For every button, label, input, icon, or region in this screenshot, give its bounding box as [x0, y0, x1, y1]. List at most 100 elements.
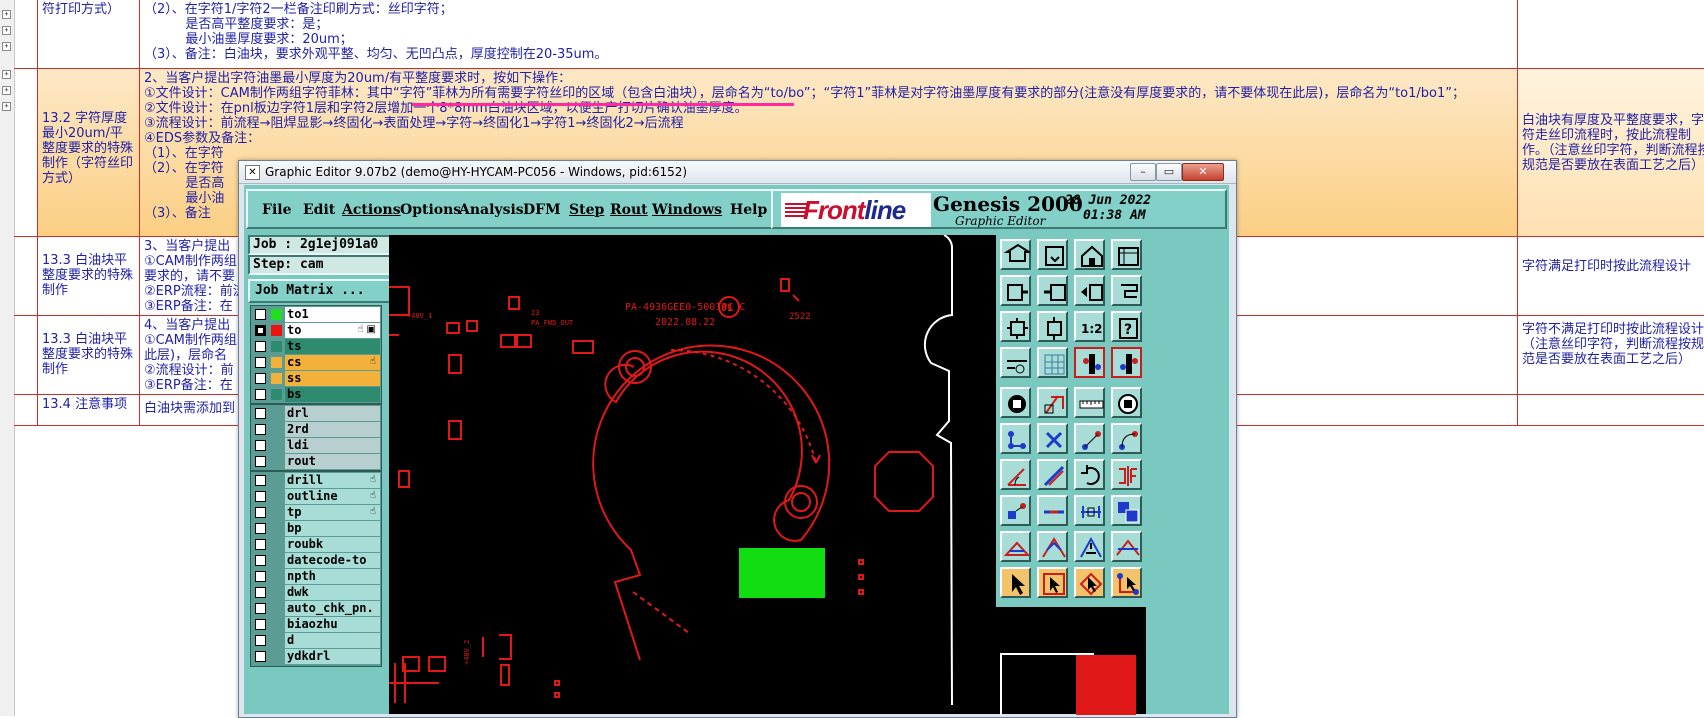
layer-checkbox[interactable] [255, 491, 266, 502]
layer-checkbox[interactable] [255, 456, 266, 467]
layer-checkbox[interactable] [255, 523, 266, 534]
snap-button[interactable] [1111, 275, 1142, 306]
polygon-button[interactable] [1037, 387, 1068, 418]
layer-checkbox[interactable] [255, 635, 266, 646]
layer-checkbox[interactable] [255, 619, 266, 630]
menu-windows[interactable]: Windows [652, 201, 722, 219]
layer-row-to1[interactable]: to1 [251, 307, 381, 323]
layer-row-biaozhu[interactable]: biaozhu [251, 617, 381, 633]
layer-checkbox[interactable] [255, 651, 266, 662]
note-cell[interactable]: 字符不满足打印时按此流程设计（注意丝印字符，判断流程按规范是否要放在表面工艺之后… [1518, 316, 1704, 394]
menu-dfm[interactable]: DFM [523, 201, 561, 219]
layer-row-ts[interactable]: ts [251, 339, 381, 355]
expand-icon[interactable]: + [2, 102, 11, 111]
minimize-button[interactable]: – [1130, 163, 1156, 181]
net-button[interactable] [1111, 567, 1142, 598]
layer-name[interactable]: outline ☝ [285, 489, 380, 504]
menu-actions[interactable]: Actions [342, 201, 401, 219]
expand-icon[interactable]: + [2, 26, 11, 35]
layer-row-bs[interactable]: bs [251, 387, 381, 403]
layer-display-button[interactable] [1074, 347, 1105, 378]
section-cell[interactable]: 13.4 注意事项 [38, 395, 140, 425]
width-button[interactable] [1074, 495, 1105, 526]
layer-row-to[interactable]: to ☝ ▣ [251, 323, 381, 339]
zoom-out-button[interactable] [1037, 275, 1068, 306]
layer-row-ldi[interactable]: ldi [251, 438, 381, 454]
layer-color-swatch[interactable] [271, 309, 282, 320]
layer-name[interactable]: ss [285, 371, 380, 386]
angle-button[interactable] [1000, 459, 1031, 490]
move-button[interactable] [1000, 495, 1031, 526]
menu-analysis[interactable]: Analysis [459, 201, 524, 219]
title-bar[interactable]: ✕ Graphic Editor 9.07b2 (demo@HY-HYCAM-P… [239, 161, 1236, 184]
grid-button[interactable] [1037, 347, 1068, 378]
layer-name[interactable]: ydkdrl [285, 649, 380, 664]
open-job-button[interactable] [1000, 239, 1031, 270]
layer-name[interactable]: to ☝ ▣ [285, 323, 380, 338]
connect-button[interactable] [1000, 423, 1031, 454]
layer-checkbox[interactable] [255, 539, 266, 550]
layer-name[interactable]: cs ☝ [285, 355, 380, 370]
minus-button[interactable] [1037, 495, 1068, 526]
job-matrix-button[interactable]: Job Matrix ... [248, 279, 393, 303]
pan-button[interactable] [1074, 275, 1105, 306]
layer-name[interactable]: datecode-to [285, 553, 380, 568]
menu-edit[interactable]: Edit [303, 201, 335, 219]
triangle-button[interactable] [1000, 531, 1031, 562]
layer-name[interactable]: 2rd [285, 422, 380, 437]
layer-color-swatch[interactable] [271, 389, 282, 400]
layer-name[interactable]: dwk [285, 585, 380, 600]
expand-icon[interactable]: + [2, 70, 11, 79]
layer-name[interactable]: to1 [285, 307, 380, 322]
layer-color-swatch[interactable] [271, 325, 282, 336]
menu-options[interactable]: Options [400, 201, 461, 219]
graphics-canvas[interactable]: PA-4936GEE0-5001PC C 2022.08.22 01 2522 … [389, 234, 999, 714]
pointer-button[interactable] [1000, 567, 1031, 598]
layer-checkbox[interactable] [255, 309, 266, 320]
layer-row-2rd[interactable]: 2rd [251, 422, 381, 438]
slash-button[interactable] [1037, 459, 1068, 490]
select-box-button[interactable] [1074, 567, 1105, 598]
layer-row-rout[interactable]: rout [251, 454, 381, 470]
triangle-edit-button[interactable] [1037, 531, 1068, 562]
home-button[interactable] [1074, 239, 1105, 270]
layer-name[interactable]: d [285, 633, 380, 648]
section-cell[interactable]: 13.3 白油块平整度要求的特殊制作 [38, 237, 140, 315]
restore-button[interactable]: ▭ [1156, 163, 1182, 181]
layer-name[interactable]: ts [285, 339, 380, 354]
layer-color-swatch[interactable] [271, 341, 282, 352]
expand-icon[interactable]: + [2, 10, 11, 19]
layer-name[interactable]: bp [285, 521, 380, 536]
layer-row-outline[interactable]: outline ☝ [251, 489, 381, 505]
layer-row-dwk[interactable]: dwk [251, 585, 381, 601]
note-cell[interactable] [1518, 395, 1704, 425]
layer-checkbox[interactable] [255, 373, 266, 384]
layer-row-roubk[interactable]: roubk [251, 537, 381, 553]
layer-name[interactable]: rout [285, 454, 380, 469]
fit-button[interactable] [1000, 311, 1031, 342]
layer-checkbox[interactable] [255, 507, 266, 518]
section-cell[interactable]: 13.2 字符厚度最小20um/平整度要求的特殊制作（字符丝印方式） [38, 69, 140, 236]
layer-checkbox[interactable] [255, 424, 266, 435]
layer-row-drill[interactable]: drill ☝ [251, 473, 381, 489]
layer-checkbox[interactable] [255, 408, 266, 419]
layer-row-cs[interactable]: cs ☝ [251, 355, 381, 371]
circle-button[interactable] [1111, 387, 1142, 418]
ruler-button[interactable] [1074, 387, 1105, 418]
layer-row-datecode-to[interactable]: datecode-to [251, 553, 381, 569]
layer-name[interactable]: bs [285, 387, 380, 402]
layer-name[interactable]: biaozhu [285, 617, 380, 632]
note-cell[interactable] [1518, 0, 1704, 68]
layer-row-auto-chk-pn-[interactable]: auto_chk_pn. [251, 601, 381, 617]
center-button[interactable] [1037, 311, 1068, 342]
expand-icon[interactable]: + [2, 42, 11, 51]
layer-name[interactable]: drl [285, 406, 380, 421]
layer-color-swatch[interactable] [271, 373, 282, 384]
layer-checkbox[interactable] [255, 389, 266, 400]
scale-1-2-button[interactable]: 1:2 [1074, 311, 1105, 342]
layer-row-tp[interactable]: tp ☝ [251, 505, 381, 521]
layer-name[interactable]: ldi [285, 438, 380, 453]
layer-row-drl[interactable]: drl [251, 406, 381, 422]
layer-row-ss[interactable]: ss [251, 371, 381, 387]
pad-button[interactable] [1000, 387, 1031, 418]
